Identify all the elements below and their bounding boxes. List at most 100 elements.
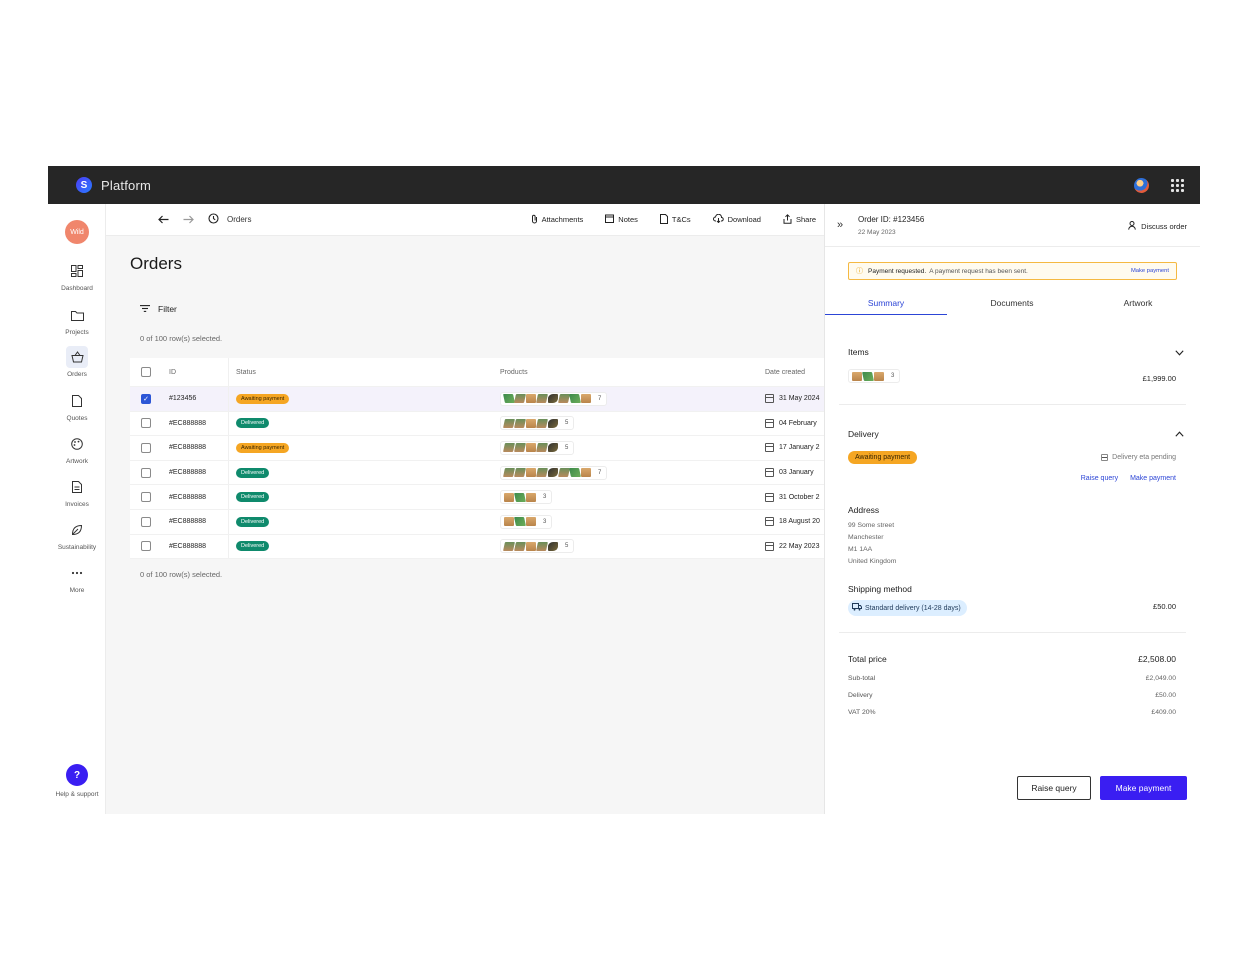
table-row[interactable]: #EC888888 Delivered 3 31 October 2 [130,485,824,510]
order-id-cell[interactable]: #EC888888 [169,420,206,427]
nav-item-quotes[interactable]: Quotes [48,390,106,422]
col-header-products[interactable]: Products [500,369,528,376]
raise-query-button[interactable]: Raise query [1017,776,1091,800]
user-avatar[interactable] [1134,177,1149,193]
info-icon: ⓘ [856,268,863,275]
product-thumbnails: 7 [500,465,608,480]
apps-grid-icon[interactable] [1171,178,1184,192]
order-detail-panel: » Order ID: #123456 22 May 2023 Discuss … [824,204,1200,814]
product-thumbnails: 5 [500,539,575,554]
order-id-cell[interactable]: #EC888888 [169,494,206,501]
order-id-cell[interactable]: #EC888888 [169,518,206,525]
table-row[interactable]: #EC888888 Delivered 5 04 February [130,411,824,437]
more-dots-icon [66,562,88,584]
col-header-id[interactable]: ID [169,369,176,376]
table-row[interactable]: ✓ #123456 Awaiting payment 7 31 May 2024 [130,387,824,412]
notes-button[interactable]: Notes [605,214,638,225]
products-cell[interactable]: 7 [500,391,608,406]
items-thumbnails[interactable]: 3 [848,369,901,383]
products-cell[interactable]: 5 [500,440,575,455]
panel-tabs: Summary Documents Artwork [825,292,1200,315]
nav-item-artwork[interactable]: Artwork [48,433,106,465]
status-badge: Delivered [236,516,270,527]
history-icon[interactable] [208,211,219,229]
subtotal-value: £2,049.00 [1145,675,1176,682]
product-thumbnails: 3 [500,514,553,529]
person-icon [1128,221,1136,232]
share-button[interactable]: Share [783,213,816,226]
truck-icon [852,603,862,613]
table-row[interactable]: #EC888888 Delivered 3 18 August 20 [130,509,824,535]
chevron-down-icon[interactable] [1175,349,1184,358]
top-bar: S Platform [48,166,1200,204]
alert-text: A payment request has been sent. [929,267,1028,275]
table-row[interactable]: #EC888888 Awaiting payment 5 17 January 2 [130,436,824,461]
address-line-1: 99 Some street [848,522,895,529]
tab-summary[interactable]: Summary [825,292,947,315]
row-checkbox[interactable]: ✓ [141,393,151,404]
shipping-price: £50.00 [1153,602,1176,611]
products-cell[interactable]: 3 [500,514,553,529]
col-header-date[interactable]: Date created [765,369,805,376]
date-text: 22 May 2023 [779,542,820,550]
download-label: Download [727,215,761,224]
tab-documents[interactable]: Documents [947,292,1077,315]
order-id-cell[interactable]: #EC888888 [169,543,206,550]
filter-button[interactable]: Filter [140,304,177,314]
nav-item-sustainability[interactable]: Sustainability [48,519,106,551]
order-id: Order ID: #123456 [858,215,925,224]
products-cell[interactable]: 5 [500,539,575,554]
nav-item-dashboard[interactable]: Dashboard [48,260,106,292]
nav-label: Invoices [65,501,89,508]
row-checkbox[interactable] [141,541,151,552]
terms-button[interactable]: T&Cs [659,213,691,226]
nav-label: Artwork [65,458,89,465]
panel-header: » Order ID: #123456 22 May 2023 Discuss … [825,204,1200,247]
row-checkbox[interactable] [141,492,151,503]
platform-logo-icon[interactable]: S [76,177,92,193]
products-cell[interactable]: 3 [500,490,553,505]
products-cell[interactable]: 5 [500,416,575,431]
vat-value: £409.00 [1151,709,1176,716]
tab-artwork[interactable]: Artwork [1077,292,1199,315]
order-id-cell[interactable]: #EC888888 [169,444,206,451]
forward-arrow-icon[interactable] [183,211,194,229]
help-support[interactable]: ? Help & support [48,764,106,798]
address-title: Address [848,505,880,515]
raise-query-link[interactable]: Raise query [1081,475,1118,482]
org-avatar[interactable]: Wild [65,220,89,244]
nav-item-more[interactable]: More [48,562,106,594]
nav-item-orders[interactable]: Orders [48,346,106,378]
app-window: S Platform Wild Dashboard Projects Order… [48,166,1200,814]
make-payment-button[interactable]: Make payment [1100,776,1187,800]
collapse-panel-icon[interactable]: » [837,219,843,231]
nav-label: Dashboard [61,285,93,292]
discuss-order-button[interactable]: Discuss order [1128,221,1187,232]
make-payment-link[interactable]: Make payment [1130,475,1176,482]
row-checkbox[interactable] [141,467,151,478]
date-cell: 31 May 2024 [765,394,819,404]
terms-label: T&Cs [671,215,691,224]
table-row[interactable]: #EC888888 Delivered 5 22 May 2023 [130,534,824,560]
col-header-status[interactable]: Status [236,369,256,376]
chevron-up-icon[interactable] [1175,430,1184,439]
order-id-cell[interactable]: #123456 [169,395,196,402]
row-checkbox[interactable] [141,442,151,453]
alert-make-payment-link[interactable]: Make payment [1131,268,1169,274]
leaf-icon [66,519,88,541]
nav-label: Orders [67,371,87,378]
download-button[interactable]: Download [712,213,761,225]
status-badge: Awaiting payment [236,393,290,404]
attachments-button[interactable]: Attachments [531,214,583,226]
nav-item-projects[interactable]: Projects [48,304,106,336]
back-arrow-icon[interactable] [158,211,169,229]
nav-item-invoices[interactable]: Invoices [48,476,106,508]
row-checkbox[interactable] [141,516,151,527]
order-id-cell[interactable]: #EC888888 [169,469,206,476]
table-row[interactable]: #EC888888 Delivered 7 03 January [130,460,824,486]
shipping-method-text: Standard delivery (14-28 days) [865,604,961,612]
select-all-checkbox[interactable] [141,367,151,377]
row-checkbox[interactable] [141,418,151,429]
products-cell[interactable]: 7 [500,465,608,480]
discuss-order-label: Discuss order [1141,222,1187,231]
